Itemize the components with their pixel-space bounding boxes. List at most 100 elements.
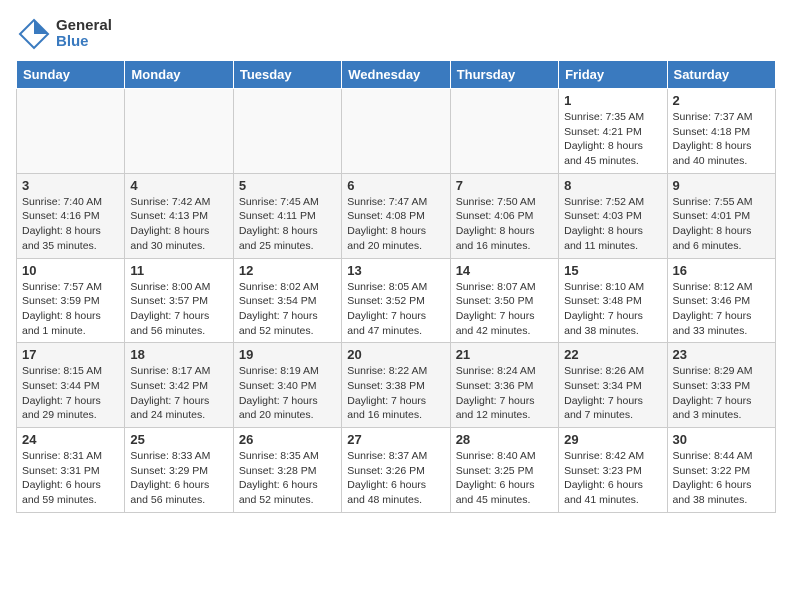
weekday-header: Tuesday bbox=[233, 61, 341, 89]
weekday-header: Saturday bbox=[667, 61, 775, 89]
day-number: 3 bbox=[22, 178, 119, 193]
day-number: 25 bbox=[130, 432, 227, 447]
calendar-cell: 21 Sunrise: 8:24 AM Sunset: 3:36 PM Dayli… bbox=[450, 343, 558, 428]
calendar-cell: 3 Sunrise: 7:40 AM Sunset: 4:16 PM Daylig… bbox=[17, 173, 125, 258]
day-number: 20 bbox=[347, 347, 444, 362]
calendar-cell: 17Sunrise: 8:15 AM Sunset: 3:44 PM Dayli… bbox=[17, 343, 125, 428]
cell-info: Sunrise: 7:52 AM Sunset: 4:03 PM Dayligh… bbox=[564, 195, 661, 254]
calendar-cell: 28 Sunrise: 8:40 AM Sunset: 3:25 PM Dayli… bbox=[450, 428, 558, 513]
day-number: 22 bbox=[564, 347, 661, 362]
calendar-week-row: 3 Sunrise: 7:40 AM Sunset: 4:16 PM Daylig… bbox=[17, 173, 776, 258]
cell-info: Sunrise: 7:35 AM Sunset: 4:21 PM Dayligh… bbox=[564, 110, 661, 169]
calendar-cell: 6 Sunrise: 7:47 AM Sunset: 4:08 PM Daylig… bbox=[342, 173, 450, 258]
calendar-cell: 8 Sunrise: 7:52 AM Sunset: 4:03 PM Daylig… bbox=[559, 173, 667, 258]
cell-info: Sunrise: 7:37 AM Sunset: 4:18 PM Dayligh… bbox=[673, 110, 770, 169]
day-number: 28 bbox=[456, 432, 553, 447]
calendar-cell: 2 Sunrise: 7:37 AM Sunset: 4:18 PM Daylig… bbox=[667, 89, 775, 174]
calendar-cell: 4Sunrise: 7:42 AM Sunset: 4:13 PM Daylig… bbox=[125, 173, 233, 258]
cell-info: Sunrise: 8:29 AM Sunset: 3:33 PM Dayligh… bbox=[673, 364, 770, 423]
cell-info: Sunrise: 7:55 AM Sunset: 4:01 PM Dayligh… bbox=[673, 195, 770, 254]
day-number: 6 bbox=[347, 178, 444, 193]
day-number: 23 bbox=[673, 347, 770, 362]
calendar-cell: 14 Sunrise: 8:07 AM Sunset: 3:50 PM Dayli… bbox=[450, 258, 558, 343]
weekday-header: Monday bbox=[125, 61, 233, 89]
day-number: 8 bbox=[564, 178, 661, 193]
calendar-week-row: 24 Sunrise: 8:31 AM Sunset: 3:31 PM Dayli… bbox=[17, 428, 776, 513]
calendar-cell: 20 Sunrise: 8:22 AM Sunset: 3:38 PM Dayli… bbox=[342, 343, 450, 428]
calendar-cell bbox=[17, 89, 125, 174]
day-number: 10 bbox=[22, 263, 119, 278]
logo-icon bbox=[16, 16, 52, 52]
cell-info: Sunrise: 7:40 AM Sunset: 4:16 PM Dayligh… bbox=[22, 195, 119, 254]
calendar-cell: 26 Sunrise: 8:35 AM Sunset: 3:28 PM Dayli… bbox=[233, 428, 341, 513]
calendar-cell bbox=[233, 89, 341, 174]
day-number: 11 bbox=[130, 263, 227, 278]
day-number: 5 bbox=[239, 178, 336, 193]
calendar-cell: 16Sunrise: 8:12 AM Sunset: 3:46 PM Dayli… bbox=[667, 258, 775, 343]
calendar-cell: 13 Sunrise: 8:05 AM Sunset: 3:52 PM Dayli… bbox=[342, 258, 450, 343]
day-number: 27 bbox=[347, 432, 444, 447]
calendar-week-row: 1 Sunrise: 7:35 AM Sunset: 4:21 PM Daylig… bbox=[17, 89, 776, 174]
cell-info: Sunrise: 8:26 AM Sunset: 3:34 PM Dayligh… bbox=[564, 364, 661, 423]
calendar-cell: 19 Sunrise: 8:19 AM Sunset: 3:40 PM Dayli… bbox=[233, 343, 341, 428]
calendar-cell: 30 Sunrise: 8:44 AM Sunset: 3:22 PM Dayli… bbox=[667, 428, 775, 513]
day-number: 18 bbox=[130, 347, 227, 362]
logo-container: General Blue bbox=[16, 16, 112, 52]
cell-info: Sunrise: 7:50 AM Sunset: 4:06 PM Dayligh… bbox=[456, 195, 553, 254]
calendar-cell bbox=[450, 89, 558, 174]
cell-info: Sunrise: 8:07 AM Sunset: 3:50 PM Dayligh… bbox=[456, 280, 553, 339]
calendar-cell: 29 Sunrise: 8:42 AM Sunset: 3:23 PM Dayli… bbox=[559, 428, 667, 513]
logo: General Blue bbox=[16, 16, 112, 52]
cell-info: Sunrise: 8:33 AM Sunset: 3:29 PM Dayligh… bbox=[130, 449, 227, 508]
cell-info: Sunrise: 8:05 AM Sunset: 3:52 PM Dayligh… bbox=[347, 280, 444, 339]
cell-info: Sunrise: 8:35 AM Sunset: 3:28 PM Dayligh… bbox=[239, 449, 336, 508]
calendar-cell: 7 Sunrise: 7:50 AM Sunset: 4:06 PM Daylig… bbox=[450, 173, 558, 258]
calendar-cell: 25 Sunrise: 8:33 AM Sunset: 3:29 PM Dayli… bbox=[125, 428, 233, 513]
cell-info: Sunrise: 8:00 AM Sunset: 3:57 PM Dayligh… bbox=[130, 280, 227, 339]
cell-info: Sunrise: 8:42 AM Sunset: 3:23 PM Dayligh… bbox=[564, 449, 661, 508]
day-number: 24 bbox=[22, 432, 119, 447]
calendar-cell bbox=[342, 89, 450, 174]
day-number: 26 bbox=[239, 432, 336, 447]
day-number: 19 bbox=[239, 347, 336, 362]
logo-text: General Blue bbox=[56, 18, 112, 51]
calendar-header-row: SundayMondayTuesdayWednesdayThursdayFrid… bbox=[17, 61, 776, 89]
weekday-header: Thursday bbox=[450, 61, 558, 89]
day-number: 16 bbox=[673, 263, 770, 278]
day-number: 14 bbox=[456, 263, 553, 278]
calendar-cell: 1 Sunrise: 7:35 AM Sunset: 4:21 PM Daylig… bbox=[559, 89, 667, 174]
cell-info: Sunrise: 8:31 AM Sunset: 3:31 PM Dayligh… bbox=[22, 449, 119, 508]
day-number: 9 bbox=[673, 178, 770, 193]
cell-info: Sunrise: 8:40 AM Sunset: 3:25 PM Dayligh… bbox=[456, 449, 553, 508]
cell-info: Sunrise: 8:17 AM Sunset: 3:42 PM Dayligh… bbox=[130, 364, 227, 423]
cell-info: Sunrise: 8:22 AM Sunset: 3:38 PM Dayligh… bbox=[347, 364, 444, 423]
calendar-cell: 10 Sunrise: 7:57 AM Sunset: 3:59 PM Dayli… bbox=[17, 258, 125, 343]
calendar-cell: 12 Sunrise: 8:02 AM Sunset: 3:54 PM Dayli… bbox=[233, 258, 341, 343]
day-number: 13 bbox=[347, 263, 444, 278]
cell-info: Sunrise: 8:02 AM Sunset: 3:54 PM Dayligh… bbox=[239, 280, 336, 339]
day-number: 15 bbox=[564, 263, 661, 278]
cell-info: Sunrise: 8:44 AM Sunset: 3:22 PM Dayligh… bbox=[673, 449, 770, 508]
day-number: 21 bbox=[456, 347, 553, 362]
weekday-header: Sunday bbox=[17, 61, 125, 89]
calendar-cell: 15 Sunrise: 8:10 AM Sunset: 3:48 PM Dayli… bbox=[559, 258, 667, 343]
calendar-table: SundayMondayTuesdayWednesdayThursdayFrid… bbox=[16, 60, 776, 513]
day-number: 12 bbox=[239, 263, 336, 278]
calendar-cell: 11 Sunrise: 8:00 AM Sunset: 3:57 PM Dayli… bbox=[125, 258, 233, 343]
day-number: 2 bbox=[673, 93, 770, 108]
calendar-week-row: 10 Sunrise: 7:57 AM Sunset: 3:59 PM Dayli… bbox=[17, 258, 776, 343]
weekday-header: Friday bbox=[559, 61, 667, 89]
cell-info: Sunrise: 8:24 AM Sunset: 3:36 PM Dayligh… bbox=[456, 364, 553, 423]
cell-info: Sunrise: 7:57 AM Sunset: 3:59 PM Dayligh… bbox=[22, 280, 119, 339]
cell-info: Sunrise: 7:47 AM Sunset: 4:08 PM Dayligh… bbox=[347, 195, 444, 254]
calendar-cell: 24 Sunrise: 8:31 AM Sunset: 3:31 PM Dayli… bbox=[17, 428, 125, 513]
day-number: 30 bbox=[673, 432, 770, 447]
day-number: 29 bbox=[564, 432, 661, 447]
calendar-cell bbox=[125, 89, 233, 174]
cell-info: Sunrise: 8:10 AM Sunset: 3:48 PM Dayligh… bbox=[564, 280, 661, 339]
day-number: 1 bbox=[564, 93, 661, 108]
calendar-cell: 23 Sunrise: 8:29 AM Sunset: 3:33 PM Dayli… bbox=[667, 343, 775, 428]
cell-info: Sunrise: 8:19 AM Sunset: 3:40 PM Dayligh… bbox=[239, 364, 336, 423]
day-number: 7 bbox=[456, 178, 553, 193]
calendar-cell: 18 Sunrise: 8:17 AM Sunset: 3:42 PM Dayli… bbox=[125, 343, 233, 428]
